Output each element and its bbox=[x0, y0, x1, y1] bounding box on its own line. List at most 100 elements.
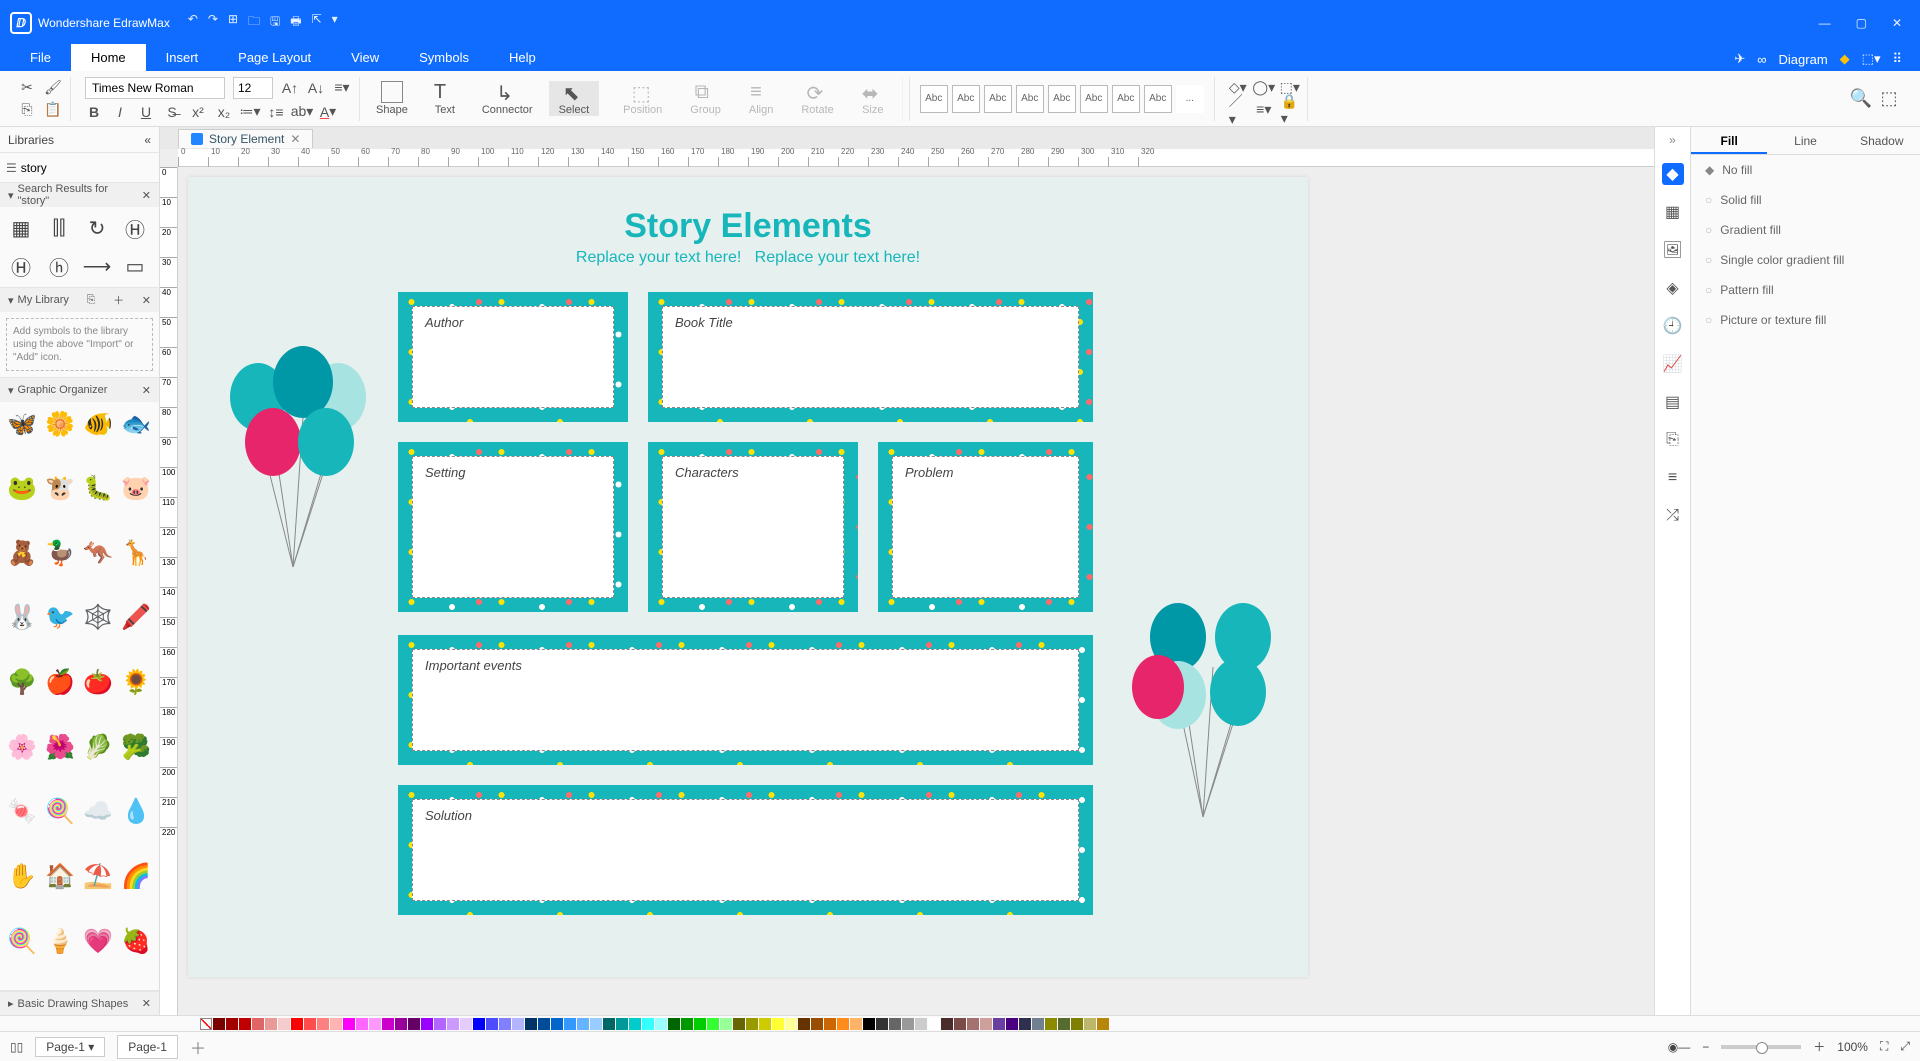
bullets-icon[interactable]: ≔▾ bbox=[241, 103, 259, 121]
library-symbol[interactable]: ☁️ bbox=[80, 794, 116, 830]
booktitle-box[interactable]: Book Title bbox=[648, 292, 1093, 422]
shape-fence-icon[interactable]: ⫿⫿ bbox=[44, 213, 74, 243]
color-swatch[interactable] bbox=[772, 1018, 784, 1030]
library-symbol[interactable]: 🍓 bbox=[118, 923, 154, 959]
maximize-icon[interactable]: ▢ bbox=[1856, 16, 1867, 30]
export-icon[interactable]: ⇱ bbox=[312, 12, 322, 33]
color-swatch[interactable] bbox=[447, 1018, 459, 1030]
redo-icon[interactable]: ↷ bbox=[208, 12, 218, 33]
library-symbol[interactable]: 🐰 bbox=[4, 600, 40, 636]
color-swatch[interactable] bbox=[1045, 1018, 1057, 1030]
color-swatch[interactable] bbox=[954, 1018, 966, 1030]
setting-box[interactable]: Setting bbox=[398, 442, 628, 612]
color-swatch[interactable] bbox=[863, 1018, 875, 1030]
tab-insert[interactable]: Insert bbox=[146, 44, 219, 71]
color-swatch[interactable] bbox=[902, 1018, 914, 1030]
shape-small-h-icon[interactable]: ⓗ bbox=[44, 251, 74, 281]
fill-picture[interactable]: Picture or texture fill bbox=[1691, 305, 1920, 335]
fullscreen-icon[interactable]: ⤢ bbox=[1900, 1039, 1910, 1054]
shape-circle-h-icon[interactable]: Ⓗ bbox=[120, 213, 150, 243]
color-swatch[interactable] bbox=[213, 1018, 225, 1030]
fill-solid[interactable]: Solid fill bbox=[1691, 185, 1920, 215]
rail-table-icon[interactable]: ▤ bbox=[1662, 391, 1684, 413]
rail-random-icon[interactable]: ⤮ bbox=[1662, 505, 1684, 527]
lock-icon[interactable]: 🔒▾ bbox=[1281, 101, 1299, 119]
undo-icon[interactable]: ↶ bbox=[188, 12, 198, 33]
color-swatch[interactable] bbox=[876, 1018, 888, 1030]
color-swatch[interactable] bbox=[421, 1018, 433, 1030]
color-swatch[interactable] bbox=[434, 1018, 446, 1030]
apps-icon[interactable]: ⠿ bbox=[1892, 51, 1902, 67]
color-swatch[interactable] bbox=[408, 1018, 420, 1030]
nocolor-swatch-icon[interactable] bbox=[200, 1018, 212, 1030]
subscript-icon[interactable]: x₂ bbox=[215, 103, 233, 121]
color-swatch[interactable] bbox=[551, 1018, 563, 1030]
library-symbol[interactable]: 🌳 bbox=[4, 665, 40, 701]
library-symbol[interactable]: 🐮 bbox=[42, 471, 78, 507]
page-view-icon[interactable]: ▯▯ bbox=[10, 1040, 23, 1054]
color-swatch[interactable] bbox=[889, 1018, 901, 1030]
shape-box-icon[interactable]: ▭ bbox=[120, 251, 150, 281]
shape-circle-h2-icon[interactable]: Ⓗ bbox=[6, 251, 36, 281]
library-symbol[interactable]: 🍎 bbox=[42, 665, 78, 701]
library-symbol[interactable]: 🕸️ bbox=[80, 600, 116, 636]
style-swatch[interactable]: Abc bbox=[1080, 85, 1108, 113]
mylib-import-icon[interactable]: ⎘ bbox=[87, 294, 96, 307]
library-symbol[interactable]: 🧸 bbox=[4, 535, 40, 571]
minimize-icon[interactable]: — bbox=[1819, 16, 1831, 30]
linespacing-icon[interactable]: ↕≡ bbox=[267, 103, 285, 121]
color-swatch[interactable] bbox=[733, 1018, 745, 1030]
color-swatch[interactable] bbox=[1032, 1018, 1044, 1030]
color-swatch[interactable] bbox=[1006, 1018, 1018, 1030]
increase-font-icon[interactable]: A↑ bbox=[281, 79, 299, 97]
library-symbol[interactable]: 🍭 bbox=[42, 794, 78, 830]
color-swatch[interactable] bbox=[304, 1018, 316, 1030]
color-swatch[interactable] bbox=[928, 1018, 940, 1030]
crop-icon[interactable]: ⬚▾ bbox=[1862, 51, 1881, 67]
color-swatch[interactable] bbox=[512, 1018, 524, 1030]
select-area-icon[interactable]: ⬚ bbox=[1880, 90, 1898, 108]
library-symbol[interactable]: 🦘 bbox=[80, 535, 116, 571]
color-swatch[interactable] bbox=[824, 1018, 836, 1030]
mylib-close-icon[interactable]: ✕ bbox=[142, 294, 151, 307]
format-painter-icon[interactable]: 🖌 bbox=[44, 79, 62, 97]
prop-tab-line[interactable]: Line bbox=[1767, 127, 1843, 154]
library-symbol[interactable]: 🌸 bbox=[4, 729, 40, 765]
premium-icon[interactable]: ◆ bbox=[1840, 51, 1850, 67]
color-swatch[interactable] bbox=[356, 1018, 368, 1030]
strike-icon[interactable]: S̶ bbox=[163, 103, 181, 121]
rail-align-icon[interactable]: ≡ bbox=[1662, 467, 1684, 489]
bold-icon[interactable]: B bbox=[85, 103, 103, 121]
color-swatch[interactable] bbox=[759, 1018, 771, 1030]
collapse-panel-icon[interactable]: « bbox=[144, 133, 151, 147]
fill-gradient[interactable]: Gradient fill bbox=[1691, 215, 1920, 245]
color-swatch[interactable] bbox=[291, 1018, 303, 1030]
color-swatch[interactable] bbox=[330, 1018, 342, 1030]
tab-pagelayout[interactable]: Page Layout bbox=[218, 44, 331, 71]
solution-box[interactable]: Solution bbox=[398, 785, 1093, 915]
color-swatch[interactable] bbox=[369, 1018, 381, 1030]
close-icon[interactable]: ✕ bbox=[1892, 16, 1902, 30]
color-swatch[interactable] bbox=[343, 1018, 355, 1030]
style-swatch[interactable]: Abc bbox=[1112, 85, 1140, 113]
style-swatch[interactable]: Abc bbox=[1016, 85, 1044, 113]
library-symbol[interactable]: 🦆 bbox=[42, 535, 78, 571]
line-weight-icon[interactable]: ≡▾ bbox=[1255, 101, 1273, 119]
color-swatch[interactable] bbox=[252, 1018, 264, 1030]
tab-view[interactable]: View bbox=[331, 44, 399, 71]
rail-export-icon[interactable]: ⎘ bbox=[1662, 429, 1684, 451]
color-swatch[interactable] bbox=[538, 1018, 550, 1030]
library-symbol[interactable]: 🖍️ bbox=[118, 600, 154, 636]
decrease-font-icon[interactable]: A↓ bbox=[307, 79, 325, 97]
color-swatch[interactable] bbox=[278, 1018, 290, 1030]
page-title[interactable]: Story Elements bbox=[188, 207, 1308, 246]
library-symbol[interactable]: 🌺 bbox=[42, 729, 78, 765]
style-swatch[interactable]: Abc bbox=[1048, 85, 1076, 113]
color-swatch[interactable] bbox=[642, 1018, 654, 1030]
library-symbol[interactable]: 🐷 bbox=[118, 471, 154, 507]
text-button[interactable]: TText bbox=[424, 81, 466, 116]
collapse-right-icon[interactable]: » bbox=[1669, 133, 1676, 147]
record-icon[interactable]: ◉— bbox=[1668, 1040, 1690, 1054]
color-swatch[interactable] bbox=[941, 1018, 953, 1030]
library-symbol[interactable]: 🐟 bbox=[118, 406, 154, 442]
